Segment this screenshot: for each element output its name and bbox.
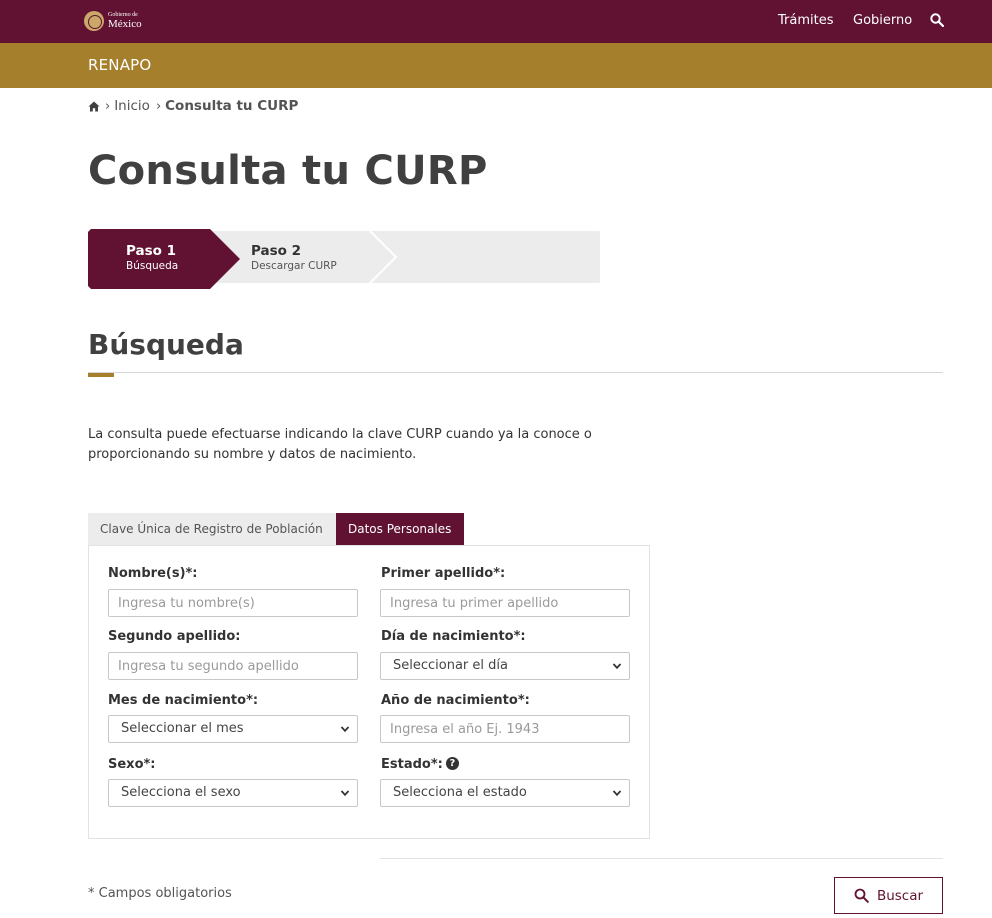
primer-apellido-input[interactable] — [380, 589, 630, 617]
segundo-apellido-label: Segundo apellido: — [108, 629, 241, 644]
chevron-down-icon — [340, 726, 350, 733]
form-footer-divider — [380, 858, 943, 859]
breadcrumb-separator-icon: › — [105, 98, 111, 114]
dia-select[interactable]: Seleccionar el día — [380, 652, 630, 680]
search-icon[interactable] — [930, 13, 944, 27]
step2-label: Paso 2 — [251, 243, 302, 259]
gobierno-logo[interactable]: Gobierno de México — [84, 9, 142, 33]
estado-select-value: Selecciona el estado — [393, 785, 527, 800]
mes-select[interactable]: Seleccionar el mes — [108, 715, 358, 743]
renapo-bar: RENAPO — [0, 43, 992, 88]
section-divider — [88, 372, 943, 373]
sexo-select[interactable]: Selecciona el sexo — [108, 779, 358, 807]
chevron-down-icon — [612, 663, 622, 670]
tab-curp[interactable]: Clave Única de Registro de Población — [88, 513, 336, 546]
anio-input[interactable] — [380, 715, 630, 743]
logo-big-text: México — [108, 18, 142, 30]
step1-sublabel: Búsqueda — [126, 260, 179, 272]
tab-datos-personales[interactable]: Datos Personales — [336, 513, 464, 546]
search-icon — [854, 888, 869, 903]
home-icon[interactable] — [88, 101, 100, 112]
question-help-icon[interactable]: ? — [445, 757, 459, 770]
buscar-button[interactable]: Buscar — [834, 877, 943, 914]
breadcrumb-inicio-link[interactable]: Inicio — [114, 98, 150, 114]
sexo-label: Sexo*: — [108, 757, 156, 772]
buscar-button-label: Buscar — [876, 887, 924, 904]
breadcrumb: › Inicio › Consulta tu CURP — [88, 98, 298, 114]
nombre-label: Nombre(s)*: — [108, 566, 198, 581]
anio-label: Año de nacimiento*: — [381, 693, 530, 708]
sexo-select-value: Selecciona el sexo — [121, 785, 241, 800]
primer-apellido-label: Primer apellido*: — [381, 566, 506, 581]
nav-gobierno-link[interactable]: Gobierno — [853, 13, 912, 28]
estado-label-wrap: Estado*:? — [381, 757, 459, 772]
breadcrumb-separator-icon: › — [155, 98, 162, 114]
chevron-down-icon — [612, 790, 622, 797]
step1-label: Paso 1 — [126, 243, 177, 259]
mes-select-value: Seleccionar el mes — [121, 721, 244, 736]
nav-tramites-link[interactable]: Trámites — [778, 13, 834, 28]
required-fields-note: * Campos obligatorios — [88, 886, 232, 901]
segundo-apellido-input[interactable] — [108, 652, 358, 680]
chevron-down-icon — [340, 790, 350, 797]
top-navbar: Gobierno de México Trámites Gobierno — [0, 0, 992, 43]
estado-select[interactable]: Selecciona el estado — [380, 779, 630, 807]
mes-label: Mes de nacimiento*: — [108, 693, 259, 708]
step2-sublabel: Descargar CURP — [251, 260, 337, 272]
step1-arrow-shape — [88, 229, 240, 289]
intro-text: La consulta puede efectuarse indicando l… — [88, 427, 592, 462]
eagle-emblem-icon — [84, 11, 104, 31]
breadcrumb-current: Consulta tu CURP — [165, 98, 299, 114]
renapo-title[interactable]: RENAPO — [88, 56, 151, 74]
section-accent-bar — [88, 373, 114, 377]
dia-select-value: Seleccionar el día — [393, 658, 508, 673]
page-title: Consulta tu CURP — [88, 148, 488, 194]
dia-label: Día de nacimiento*: — [381, 629, 526, 644]
nombre-input[interactable] — [108, 589, 358, 617]
estado-label: Estado*: — [381, 757, 443, 772]
section-title: Búsqueda — [88, 328, 244, 361]
